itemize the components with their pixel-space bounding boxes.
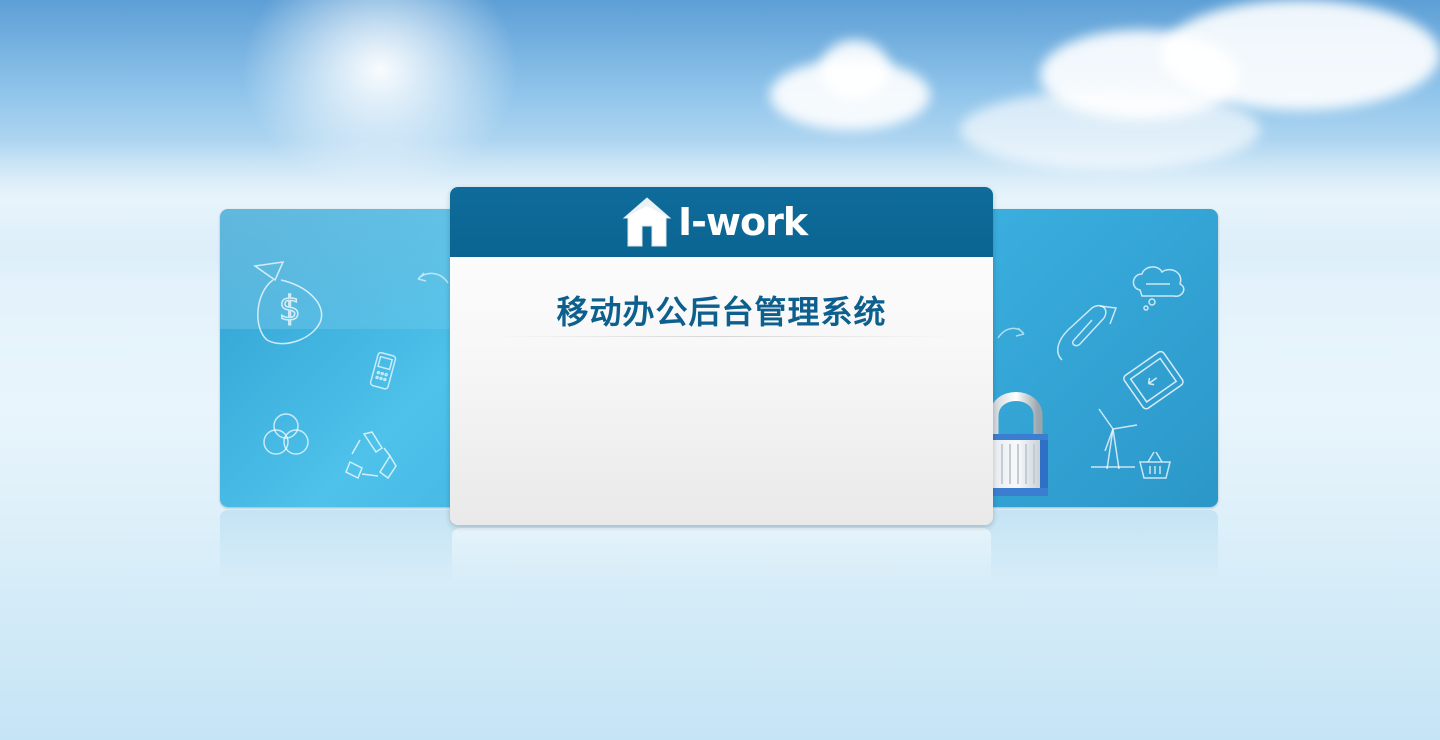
windmill-icon bbox=[1091, 408, 1138, 470]
card-reflection bbox=[452, 528, 991, 583]
logo-text: I-work bbox=[678, 200, 808, 244]
brand-logo: I-work bbox=[622, 195, 808, 249]
arrow-icon bbox=[417, 272, 449, 284]
padlock-icon bbox=[988, 392, 1048, 496]
cloud bbox=[1160, 0, 1440, 110]
paperclip-icon bbox=[1057, 304, 1118, 361]
card-header: I-work bbox=[450, 187, 993, 257]
circles-icon bbox=[263, 413, 309, 455]
title-divider bbox=[490, 336, 953, 337]
cloud-chat-icon bbox=[1132, 266, 1185, 311]
cloud bbox=[820, 40, 890, 100]
money-bag-icon: $ bbox=[253, 261, 323, 345]
recycle-icon bbox=[345, 431, 397, 480]
system-title: 移动办公后台管理系统 bbox=[556, 293, 887, 331]
arrow-icon bbox=[997, 327, 1025, 339]
svg-text:$: $ bbox=[279, 289, 301, 329]
login-card: I-work 移动办公后台管理系统 bbox=[450, 187, 993, 525]
login-page: $ I-work 移动办公后台管理系统 bbox=[0, 0, 1440, 740]
house-icon bbox=[622, 197, 672, 247]
phone-icon bbox=[369, 351, 397, 390]
basket-icon bbox=[1139, 451, 1171, 479]
